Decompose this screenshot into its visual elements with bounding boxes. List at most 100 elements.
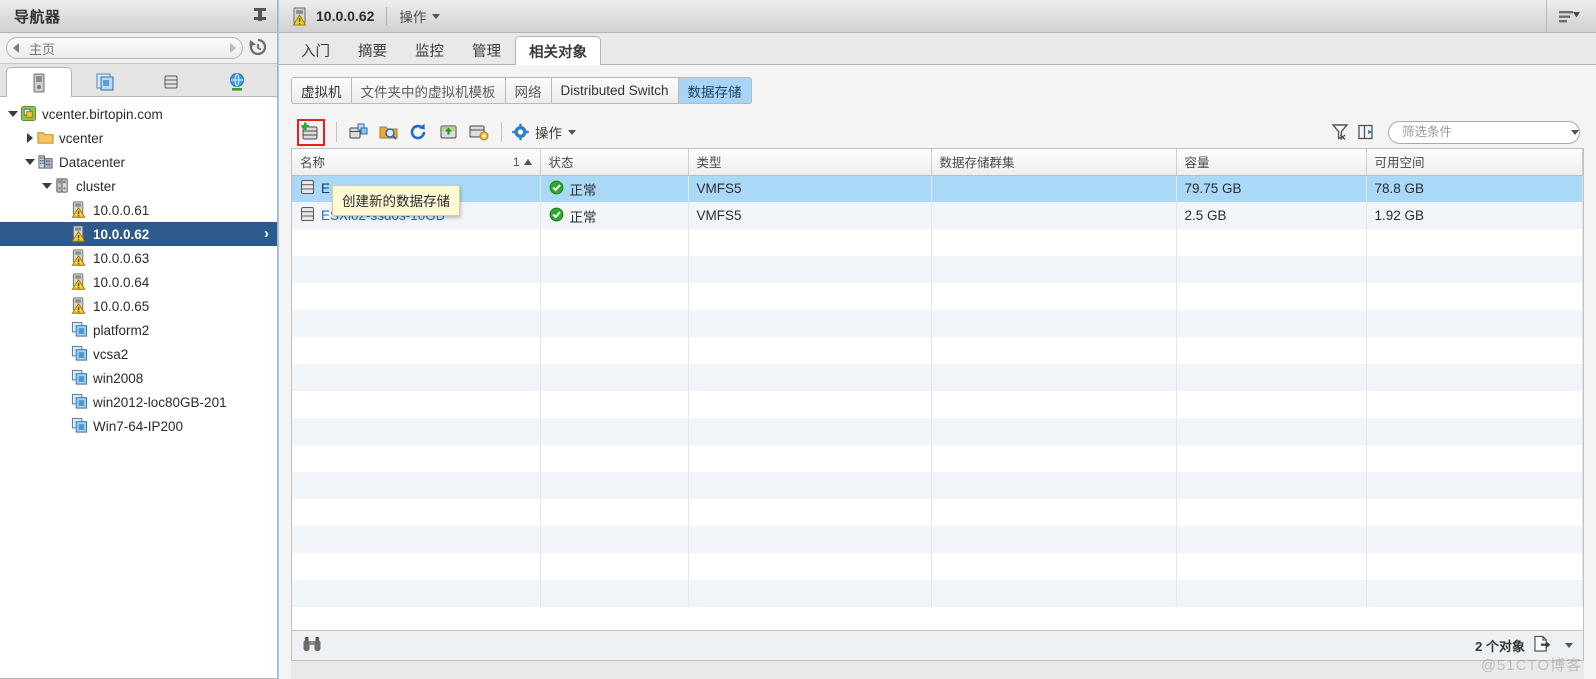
tree-item-win2008[interactable]: win2008 bbox=[0, 366, 277, 390]
cell-empty bbox=[931, 337, 1177, 364]
browse-datastore-icon[interactable] bbox=[374, 118, 404, 146]
main-content: 10.0.0.62 操作 入门 摘要 监控 管理 相关对象 虚拟机 文件夹中的虚拟机模板网… bbox=[279, 0, 1596, 679]
tree-item-label: 10.0.0.64 bbox=[93, 274, 150, 290]
column-sort-indicator[interactable]: 1 bbox=[513, 155, 532, 169]
datastore-name-link[interactable]: E bbox=[321, 181, 330, 196]
table-row[interactable]: ESXi02-ssdos-10GB正常VMFS52.5 GB1.92 GB bbox=[292, 202, 1583, 229]
column-header-name[interactable]: 名称 1 bbox=[292, 149, 541, 176]
tab-0[interactable]: 入门 bbox=[287, 35, 344, 64]
tree-item-win2012-loc80gb-201[interactable]: win2012-loc80GB-201 bbox=[0, 390, 277, 414]
subtab-4[interactable]: 数据存储 bbox=[678, 77, 752, 104]
nav-tab-networking[interactable] bbox=[204, 66, 270, 96]
cell-empty bbox=[1366, 256, 1583, 283]
list-menu-icon[interactable] bbox=[1546, 0, 1592, 32]
cell-free: 78.8 GB bbox=[1366, 175, 1583, 202]
tree-item-10-0-0-62[interactable]: 10.0.0.62 › bbox=[0, 222, 277, 246]
cell-empty bbox=[931, 445, 1177, 472]
column-header-capacity[interactable]: 容量 bbox=[1176, 149, 1367, 176]
tree-toggle-expanded-icon[interactable] bbox=[6, 102, 20, 126]
table-row[interactable]: E 正常 VMFS5 79.75 GB 78.8 GB bbox=[292, 175, 1583, 202]
search-input[interactable] bbox=[1397, 124, 1565, 140]
column-header-label: 名称 bbox=[300, 156, 326, 171]
tab-4[interactable]: 相关对象 bbox=[515, 36, 601, 65]
cell-empty bbox=[540, 553, 689, 580]
table-row-empty bbox=[292, 364, 1583, 391]
tree-item-10-0-0-63[interactable]: 10.0.0.63 bbox=[0, 246, 277, 270]
free-value: 78.8 GB bbox=[1374, 181, 1425, 197]
host-warning-icon bbox=[292, 7, 307, 26]
cell-empty bbox=[540, 364, 689, 391]
header-actions-menu[interactable]: 操作 bbox=[399, 6, 441, 26]
cell-empty bbox=[540, 229, 689, 256]
subtab-0[interactable]: 虚拟机 bbox=[291, 77, 352, 104]
column-header-free[interactable]: 可用空间 bbox=[1366, 149, 1583, 176]
subtab-3[interactable]: Distributed Switch bbox=[551, 77, 679, 104]
increase-capacity-icon[interactable] bbox=[434, 118, 464, 146]
tab-2[interactable]: 监控 bbox=[401, 35, 458, 64]
clear-filter-icon[interactable] bbox=[1328, 120, 1354, 144]
toolbar-actions-menu[interactable]: 操作 bbox=[511, 122, 576, 142]
tree-item-vcenter[interactable]: vcenter bbox=[0, 126, 277, 150]
tree-item-10-0-0-65[interactable]: 10.0.0.65 bbox=[0, 294, 277, 318]
cell-empty bbox=[931, 499, 1177, 526]
cell-empty bbox=[931, 256, 1177, 283]
tab-1[interactable]: 摘要 bbox=[344, 35, 401, 64]
cell-empty bbox=[540, 418, 689, 445]
column-header-cluster[interactable]: 数据存储群集 bbox=[931, 149, 1177, 176]
vsphere-web-client: 导航器 主页 vcenter.birtopin.com vcenter Data… bbox=[0, 0, 1596, 679]
export-caret-icon[interactable] bbox=[1565, 643, 1573, 648]
filter-input-wrap[interactable] bbox=[1388, 120, 1580, 144]
column-chooser-icon[interactable] bbox=[1354, 120, 1380, 144]
caret-down-icon[interactable] bbox=[1571, 129, 1579, 135]
cell-empty bbox=[931, 283, 1177, 310]
vm-icon bbox=[71, 369, 89, 387]
breadcrumb-home-label[interactable]: 主页 bbox=[25, 39, 224, 58]
column-header-type[interactable]: 类型 bbox=[688, 149, 932, 176]
cell-empty bbox=[688, 526, 932, 553]
tree-toggle-expanded-icon[interactable] bbox=[40, 174, 54, 198]
tree-item-10-0-0-61[interactable]: 10.0.0.61 bbox=[0, 198, 277, 222]
subtab-2[interactable]: 网络 bbox=[505, 77, 552, 104]
navigator-header: 导航器 bbox=[0, 0, 277, 33]
nav-tab-storage[interactable] bbox=[138, 66, 204, 96]
tree-item-10-0-0-64[interactable]: 10.0.0.64 bbox=[0, 270, 277, 294]
chevron-down-icon bbox=[432, 13, 441, 19]
nav-tab-vms-and-templates[interactable] bbox=[72, 66, 138, 96]
tree-item-label: 10.0.0.62 bbox=[93, 226, 150, 242]
forward-arrow-icon[interactable] bbox=[224, 38, 242, 58]
tree-item-platform2[interactable]: platform2 bbox=[0, 318, 277, 342]
history-icon[interactable] bbox=[247, 37, 271, 59]
tab-3[interactable]: 管理 bbox=[458, 35, 515, 64]
cell-empty bbox=[292, 229, 541, 256]
back-arrow-icon[interactable] bbox=[7, 38, 25, 58]
tree-item-cluster[interactable]: cluster bbox=[0, 174, 277, 198]
binoculars-icon[interactable] bbox=[302, 636, 322, 655]
subtab-1[interactable]: 文件夹中的虚拟机模板 bbox=[351, 77, 506, 104]
manage-storage-providers-icon[interactable] bbox=[464, 118, 494, 146]
tree-item-vcsa2[interactable]: vcsa2 bbox=[0, 342, 277, 366]
tree-item-chevron-icon[interactable]: › bbox=[264, 225, 269, 242]
cell-empty bbox=[688, 310, 932, 337]
refresh-icon[interactable] bbox=[404, 118, 434, 146]
tree-item-win7-64-ip200[interactable]: Win7-64-IP200 bbox=[0, 414, 277, 438]
pin-icon[interactable] bbox=[253, 8, 267, 24]
tree-toggle-spacer bbox=[57, 366, 71, 390]
tree-item-datacenter[interactable]: Datacenter bbox=[0, 150, 277, 174]
new-datastore-icon[interactable] bbox=[297, 118, 325, 146]
status-label: 正常 bbox=[569, 209, 597, 225]
tree-toggle-expanded-icon[interactable] bbox=[23, 150, 37, 174]
cell-empty bbox=[1176, 526, 1367, 553]
bottom-strip bbox=[291, 661, 1584, 679]
register-vm-icon[interactable] bbox=[344, 118, 374, 146]
column-header-label: 可用空间 bbox=[1374, 156, 1425, 171]
export-icon[interactable] bbox=[1533, 635, 1551, 656]
tree-item-vcenter-birtopin-com[interactable]: vcenter.birtopin.com bbox=[0, 102, 277, 126]
cell-empty bbox=[292, 256, 541, 283]
host-warning-icon bbox=[71, 297, 89, 315]
column-header-status[interactable]: 状态 bbox=[540, 149, 689, 176]
nav-tab-hosts-and-clusters[interactable] bbox=[6, 67, 72, 97]
tree-toggle-collapsed-icon[interactable] bbox=[23, 126, 37, 150]
toolbar-actions-label: 操作 bbox=[535, 126, 562, 141]
breadcrumb[interactable]: 主页 bbox=[6, 37, 243, 59]
cell-empty bbox=[1366, 445, 1583, 472]
